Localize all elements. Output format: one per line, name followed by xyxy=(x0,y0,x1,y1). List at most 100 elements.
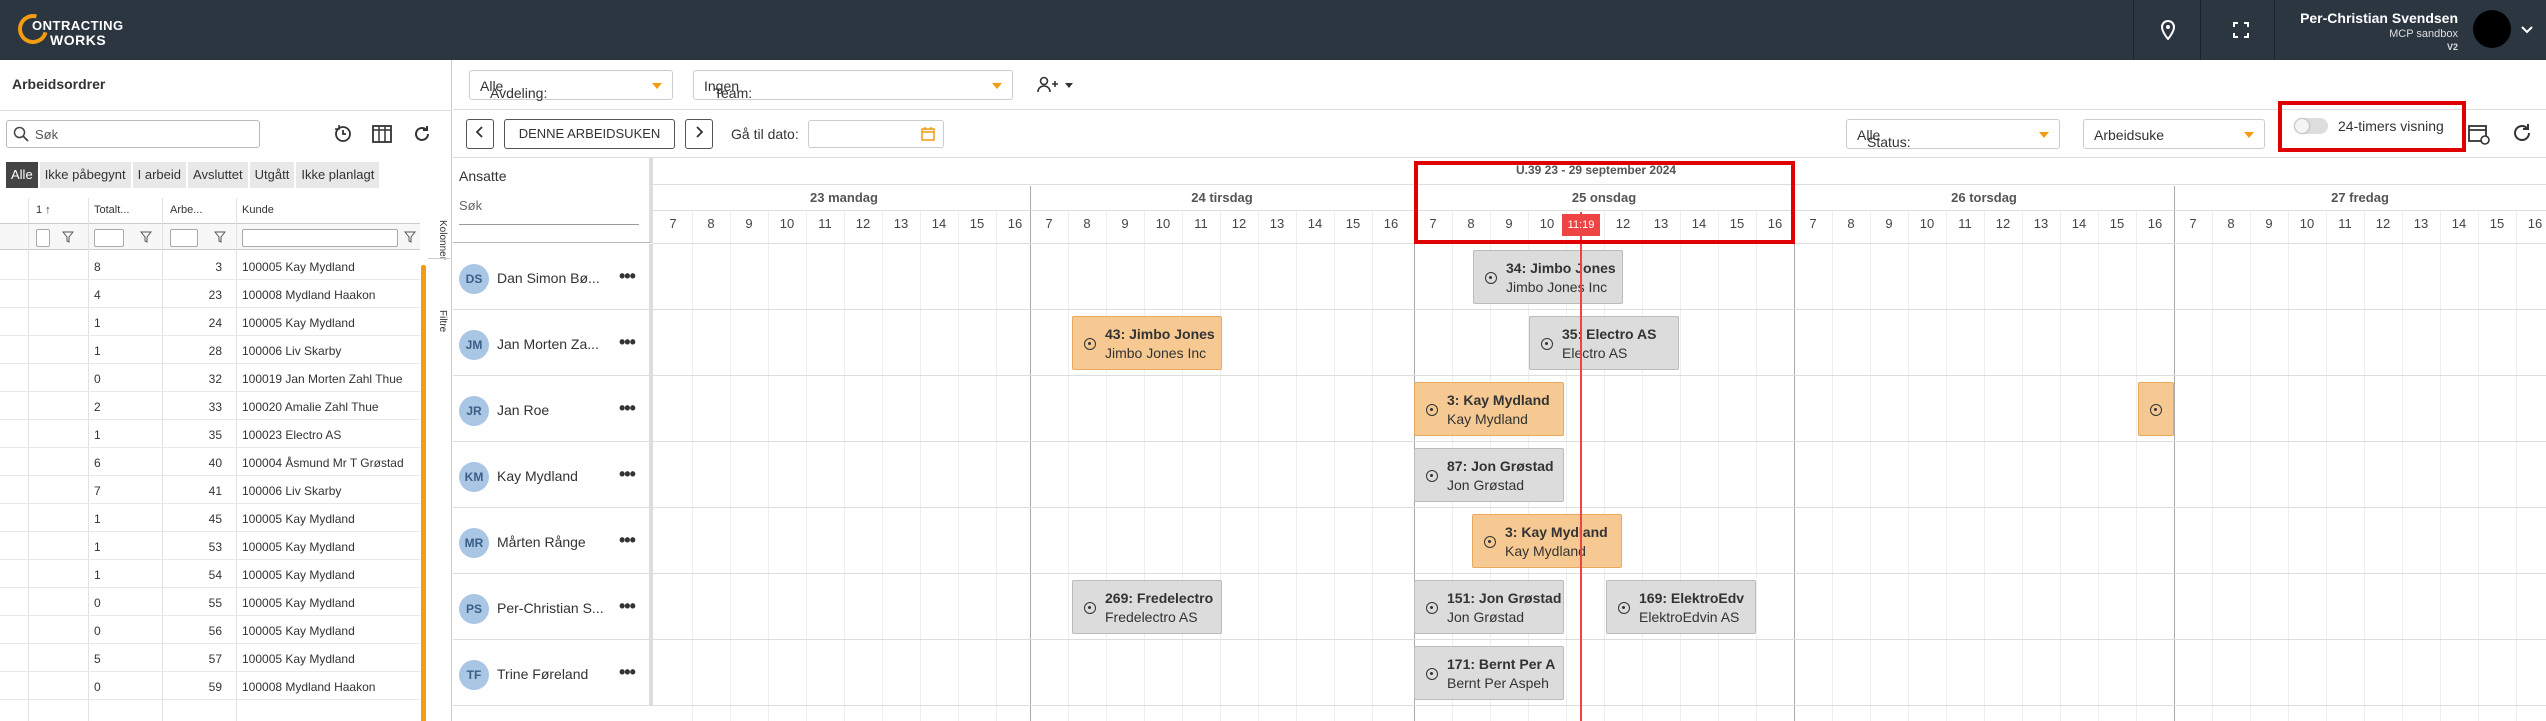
employee-row[interactable]: JR Jan Roe ••• xyxy=(453,376,653,442)
employee-avatar: JR xyxy=(459,396,489,426)
tab-alle[interactable]: Alle xyxy=(6,162,40,188)
filter-customer-input[interactable] xyxy=(242,229,398,247)
table-row[interactable]: 1 53 100005 Kay Mydland xyxy=(0,532,420,560)
column-header-1[interactable]: 1 ↑ xyxy=(36,204,51,216)
column-header-total[interactable]: Totalt... xyxy=(94,204,129,216)
funnel-icon[interactable] xyxy=(62,231,74,243)
column-header-work[interactable]: Arbe... xyxy=(170,204,202,216)
user-avatar[interactable] xyxy=(2473,10,2511,48)
contracting-works-logo[interactable]: ONTRACTING WORKS xyxy=(12,8,123,50)
clock-icon xyxy=(1618,602,1630,614)
employee-row[interactable]: TF Trine Føreland ••• xyxy=(453,640,653,706)
work-order-event[interactable] xyxy=(2138,382,2174,436)
logo-line-1: ONTRACTING xyxy=(32,18,124,33)
table-row[interactable]: 0 55 100005 Kay Mydland xyxy=(0,588,420,616)
funnel-icon[interactable] xyxy=(214,231,226,243)
toolbar-navigation: DENNE ARBEIDSUKEN Gå til dato: Status: A… xyxy=(453,110,2546,158)
table-row[interactable]: 8 3 100005 Kay Mydland xyxy=(0,252,420,280)
work-cell: 23 xyxy=(208,288,222,302)
table-row[interactable]: 1 28 100006 Liv Skarby xyxy=(0,336,420,364)
table-row[interactable]: 7 41 100006 Liv Skarby xyxy=(0,476,420,504)
status-select[interactable]: Status: Alle xyxy=(1846,119,2060,150)
more-options-icon[interactable]: ••• xyxy=(619,266,636,287)
department-select[interactable]: Avdeling: Alle xyxy=(469,70,673,101)
tab-i-arbeid[interactable]: I arbeid xyxy=(132,162,189,188)
fullscreen-icon[interactable] xyxy=(2229,18,2253,42)
more-options-icon[interactable]: ••• xyxy=(619,530,636,551)
employee-row[interactable]: PS Per-Christian S... ••• xyxy=(453,574,653,640)
funnel-icon[interactable] xyxy=(140,231,152,243)
work-order-event[interactable]: 169: ElektroEdv ElektroEdvin AS xyxy=(1606,580,1756,634)
work-order-event[interactable]: 3: Kay Mydland Kay Mydland xyxy=(1414,382,1564,436)
employee-row[interactable]: MR Mårten Rånge ••• xyxy=(453,508,653,574)
employee-search-input[interactable]: Søk xyxy=(459,198,482,213)
more-options-icon[interactable]: ••• xyxy=(619,596,636,617)
this-work-week-button[interactable]: DENNE ARBEIDSUKEN xyxy=(504,119,675,149)
more-options-icon[interactable]: ••• xyxy=(619,662,636,683)
24-hour-toggle[interactable]: 24-timers visning xyxy=(2278,101,2466,152)
table-row[interactable]: 2 33 100020 Amalie Zahl Thue xyxy=(0,392,420,420)
work-order-event[interactable]: 171: Bernt Per A Bernt Per Aspeh xyxy=(1414,646,1564,700)
tab-ikke-pabegynt[interactable]: Ikke påbegynt xyxy=(39,162,133,188)
event-title: 43: Jimbo Jones xyxy=(1105,326,1215,342)
work-order-event[interactable]: 34: Jimbo Jones Jimbo Jones Inc xyxy=(1473,250,1623,304)
table-row[interactable]: 0 59 100008 Mydland Haakon xyxy=(0,672,420,700)
grid-line xyxy=(1718,212,1719,721)
tab-ikke-planlagt[interactable]: Ikke planlagt xyxy=(296,162,382,188)
work-order-event[interactable]: 43: Jimbo Jones Jimbo Jones Inc xyxy=(1072,316,1222,370)
employee-row[interactable]: KM Kay Mydland ••• xyxy=(453,442,653,508)
toggle-switch[interactable] xyxy=(2294,118,2328,134)
user-group-menu[interactable] xyxy=(1037,76,1077,96)
location-pin-icon[interactable] xyxy=(2156,18,2180,42)
work-order-event[interactable]: 269: Fredelectro Fredelectro AS xyxy=(1072,580,1222,634)
table-row[interactable]: 1 24 100005 Kay Mydland xyxy=(0,308,420,336)
next-week-button[interactable] xyxy=(685,119,713,149)
tab-utgatt[interactable]: Utgått xyxy=(249,162,297,188)
more-options-icon[interactable]: ••• xyxy=(619,464,636,485)
more-options-icon[interactable]: ••• xyxy=(619,398,636,419)
refresh-icon[interactable] xyxy=(2511,122,2535,146)
table-row[interactable]: 0 56 100005 Kay Mydland xyxy=(0,616,420,644)
side-tab-columns[interactable]: Kolonner xyxy=(430,220,448,280)
table-row[interactable]: 0 32 100019 Jan Morten Zahl Thue xyxy=(0,364,420,392)
tab-avsluttet[interactable]: Avsluttet xyxy=(188,162,250,188)
history-icon[interactable] xyxy=(331,122,355,146)
table-row[interactable]: 1 54 100005 Kay Mydland xyxy=(0,560,420,588)
goto-date-input[interactable] xyxy=(808,120,944,148)
filter-total-input[interactable] xyxy=(94,229,124,247)
funnel-icon[interactable] xyxy=(404,231,416,243)
columns-icon[interactable] xyxy=(370,122,394,146)
filter-work-input[interactable] xyxy=(170,229,198,247)
work-cell: 45 xyxy=(208,512,222,526)
hour-label: 9 xyxy=(745,216,753,231)
hour-label: 14 xyxy=(2451,216,2467,231)
refresh-icon[interactable] xyxy=(410,122,434,146)
user-name[interactable]: Per-Christian Svendsen xyxy=(2300,10,2458,26)
column-header-customer[interactable]: Kunde xyxy=(242,204,274,216)
more-options-icon[interactable]: ••• xyxy=(619,332,636,353)
team-select[interactable]: Team: Ingen xyxy=(693,70,1013,101)
employee-avatar: JM xyxy=(459,330,489,360)
filter-checkbox[interactable] xyxy=(36,229,50,247)
view-select[interactable]: Arbeidsuke xyxy=(2083,119,2265,149)
work-order-event[interactable]: 3: Kay Mydland Kay Mydland xyxy=(1472,514,1622,568)
table-row[interactable]: 5 57 100005 Kay Mydland xyxy=(0,644,420,672)
employee-row[interactable]: DS Dan Simon Bø... ••• xyxy=(453,244,653,310)
hour-label: 11 xyxy=(1194,216,1208,231)
scrollbar[interactable] xyxy=(421,265,426,721)
search-input[interactable]: Søk xyxy=(6,120,260,148)
work-order-event[interactable]: 151: Jon Grøstad Jon Grøstad xyxy=(1414,580,1564,634)
employee-row[interactable]: JM Jan Morten Za... ••• xyxy=(453,310,653,376)
calendar-icon[interactable] xyxy=(921,127,935,141)
work-order-event[interactable]: 35: Electro AS Electro AS xyxy=(1529,316,1679,370)
previous-week-button[interactable] xyxy=(466,119,494,149)
side-tab-filters[interactable]: Filtre xyxy=(430,310,448,360)
hour-label: 11 xyxy=(2338,216,2352,231)
calendar-settings-icon[interactable] xyxy=(2467,122,2491,146)
work-order-event[interactable]: 87: Jon Grøstad Jon Grøstad xyxy=(1414,448,1564,502)
table-row[interactable]: 6 40 100004 Åsmund Mr T Grøstad xyxy=(0,448,420,476)
chevron-down-icon[interactable] xyxy=(2518,20,2536,38)
table-row[interactable]: 1 45 100005 Kay Mydland xyxy=(0,504,420,532)
table-row[interactable]: 1 35 100023 Electro AS xyxy=(0,420,420,448)
table-row[interactable]: 4 23 100008 Mydland Haakon xyxy=(0,280,420,308)
